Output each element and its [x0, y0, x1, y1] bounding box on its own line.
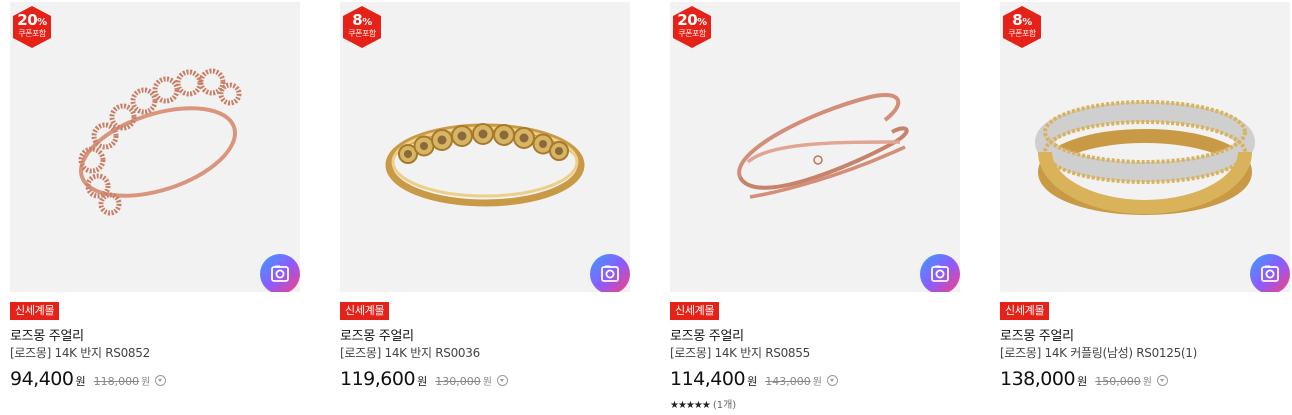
price-row: 119,600 원 130,000 원 [340, 368, 508, 392]
discount-percent: 20 [677, 11, 698, 29]
camera-search-icon[interactable] [920, 254, 960, 292]
original-price-unit: 원 [482, 377, 492, 388]
ring-image [385, 123, 585, 207]
seller-tag: 신세계몰 [1000, 302, 1050, 320]
original-price: 130,000 [435, 375, 481, 388]
discount-badge: 20% 쿠폰포함 [672, 6, 712, 48]
product-image[interactable]: 20% 쿠폰포함 [670, 2, 960, 292]
product-title[interactable]: [로즈몽] 14K 반지 RS0036 [340, 344, 480, 361]
chevron-down-circle-icon[interactable] [1156, 375, 1168, 386]
product-image[interactable]: 8% 쿠폰포함 [1000, 2, 1290, 292]
product-image[interactable]: 20% 쿠폰포함 [10, 2, 300, 292]
percent-sign: % [1022, 17, 1032, 28]
product-card[interactable]: 8% 쿠폰포함 신세계몰 로즈몽 주얼리 [로즈몽] 14K 커플링(남성) R… [1000, 0, 1292, 415]
rating-stars: ★★★★★ [670, 400, 711, 411]
product-title[interactable]: [로즈몽] 14K 반지 RS0852 [10, 344, 150, 361]
coupon-label: 쿠폰포함 [18, 29, 46, 38]
chevron-down-circle-icon[interactable] [155, 375, 167, 386]
sale-price: 119,600 [340, 368, 416, 390]
camera-search-icon[interactable] [260, 254, 300, 292]
discount-badge: 8% 쿠폰포함 [342, 6, 382, 48]
product-card[interactable]: 20% 쿠폰포함 신세계몰 로즈몽 주얼리 [로즈몽] 14K 반지 RS085… [10, 0, 310, 415]
discount-percent: 8 [1012, 11, 1023, 29]
product-image[interactable]: 8% 쿠폰포함 [340, 2, 630, 292]
price-unit: 원 [417, 375, 428, 388]
ring-image [78, 68, 242, 216]
price-row: 114,400 원 143,000 원 [670, 368, 838, 392]
price-row: 94,400 원 118,000 원 [10, 368, 167, 392]
original-price-unit: 원 [141, 377, 151, 388]
ring-image [737, 93, 909, 199]
price-row: 138,000 원 150,000 원 [1000, 368, 1168, 392]
sale-price: 114,400 [670, 368, 746, 390]
coupon-label: 쿠폰포함 [1008, 29, 1036, 38]
original-price: 150,000 [1095, 375, 1141, 388]
rating[interactable]: ★★★★★ (1개) [670, 396, 736, 411]
coupon-label: 쿠폰포함 [348, 29, 376, 38]
brand-name[interactable]: 로즈몽 주얼리 [670, 325, 744, 344]
percent-sign: % [37, 17, 47, 28]
review-count: (1개) [712, 400, 737, 411]
ring-image [1035, 100, 1255, 215]
camera-search-icon[interactable] [1250, 254, 1290, 292]
percent-sign: % [697, 17, 707, 28]
brand-name[interactable]: 로즈몽 주얼리 [340, 325, 414, 344]
product-title[interactable]: [로즈몽] 14K 반지 RS0855 [670, 344, 810, 361]
camera-search-icon[interactable] [590, 254, 630, 292]
coupon-label: 쿠폰포함 [678, 29, 706, 38]
product-card[interactable]: 20% 쿠폰포함 신세계몰 로즈몽 주얼리 [로즈몽] 14K 반지 RS085… [670, 0, 970, 415]
chevron-down-circle-icon[interactable] [826, 375, 838, 386]
original-price: 118,000 [93, 375, 140, 388]
sale-price: 138,000 [1000, 368, 1076, 390]
percent-sign: % [362, 17, 372, 28]
seller-tag: 신세계몰 [10, 302, 60, 320]
original-price: 143,000 [765, 375, 811, 388]
sale-price: 94,400 [10, 368, 74, 390]
price-unit: 원 [1077, 375, 1088, 388]
discount-badge: 8% 쿠폰포함 [1002, 6, 1042, 48]
seller-tag: 신세계몰 [340, 302, 390, 320]
chevron-down-circle-icon[interactable] [496, 375, 508, 386]
original-price-unit: 원 [1142, 377, 1152, 388]
discount-badge: 20% 쿠폰포함 [12, 6, 52, 48]
price-unit: 원 [747, 375, 758, 388]
brand-name[interactable]: 로즈몽 주얼리 [10, 325, 84, 344]
product-card[interactable]: 8% 쿠폰포함 신세계몰 로즈몽 주얼리 [로즈몽] 14K 반지 RS0036… [340, 0, 640, 415]
seller-tag: 신세계몰 [670, 302, 720, 320]
price-unit: 원 [75, 375, 86, 388]
original-price-unit: 원 [812, 377, 822, 388]
product-title[interactable]: [로즈몽] 14K 커플링(남성) RS0125(1) [1000, 344, 1197, 361]
brand-name[interactable]: 로즈몽 주얼리 [1000, 325, 1074, 344]
discount-percent: 20 [17, 11, 38, 29]
discount-percent: 8 [352, 11, 363, 29]
